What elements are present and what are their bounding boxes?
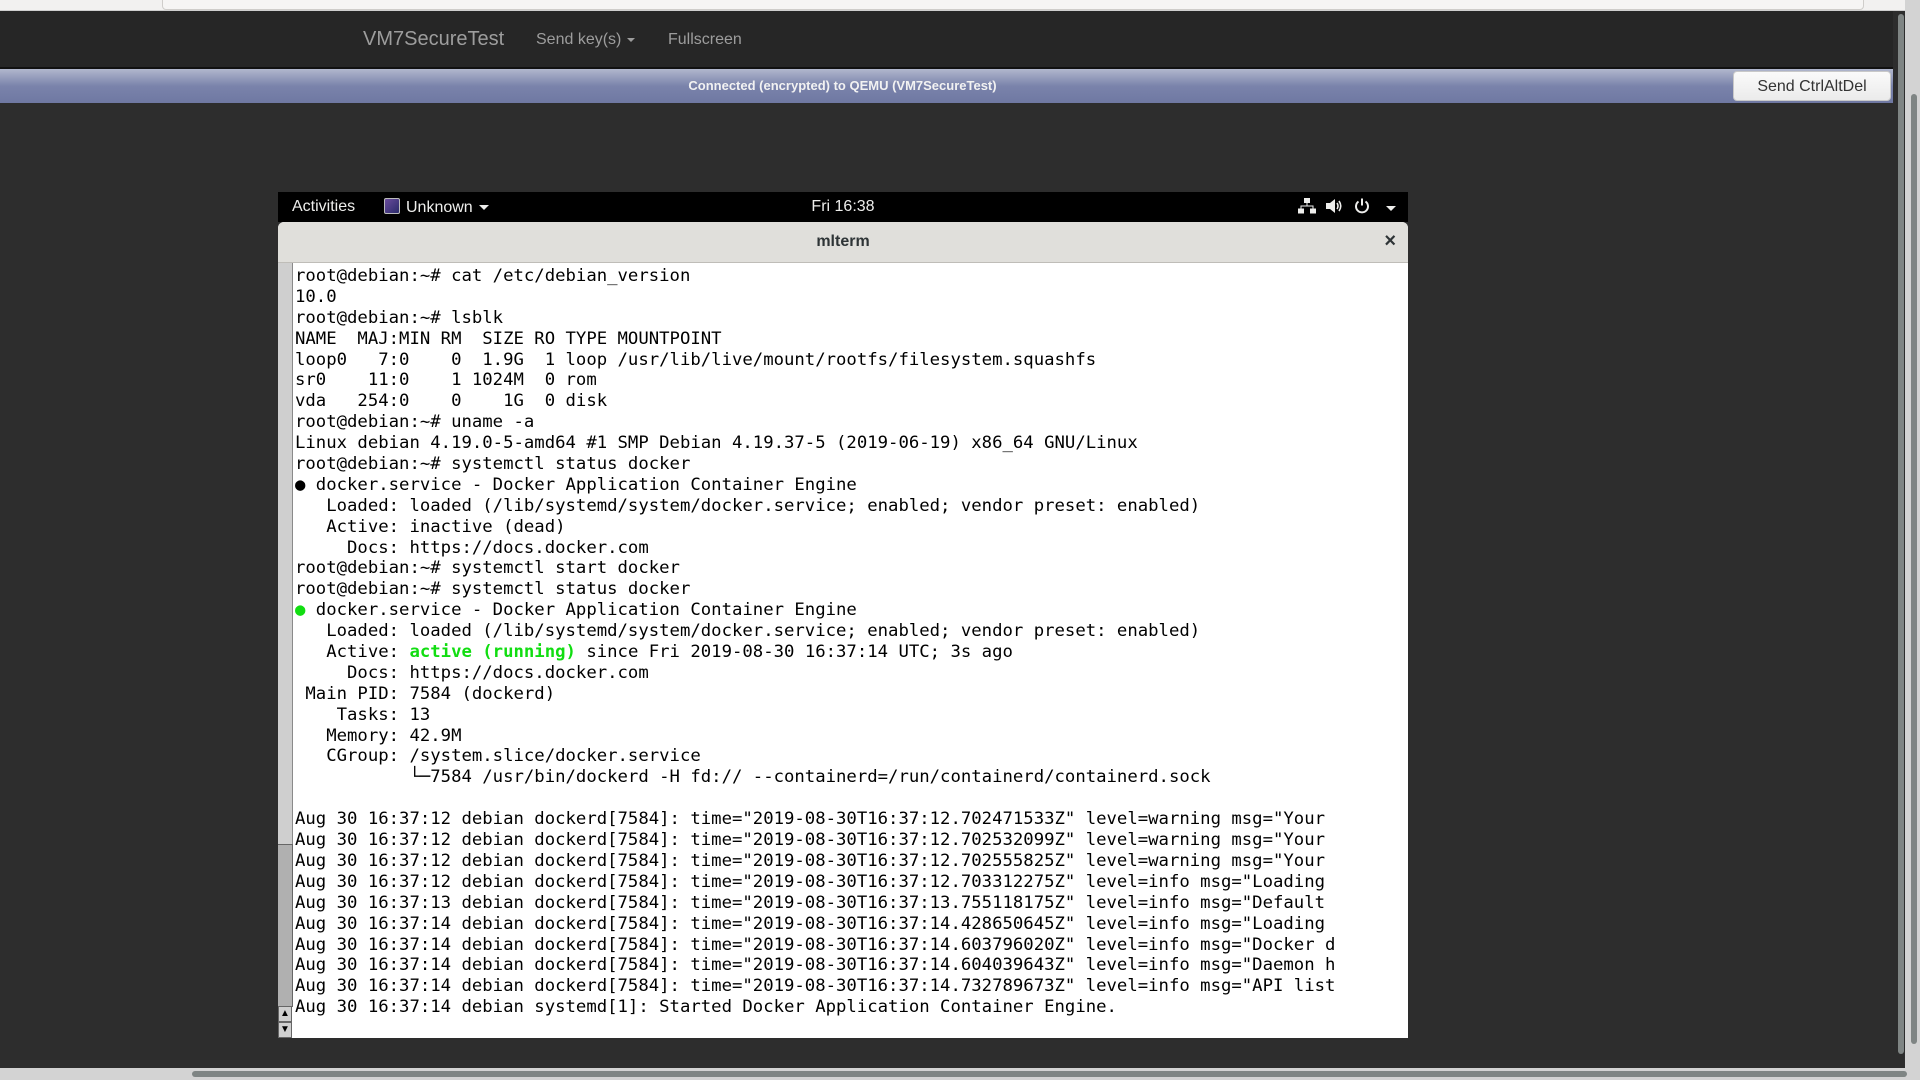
terminal-line: Aug 30 16:37:14 debian dockerd[7584]: ti… bbox=[295, 955, 1336, 976]
terminal-line: Aug 30 16:37:12 debian dockerd[7584]: ti… bbox=[295, 830, 1326, 851]
terminal-line: Docs: https://docs.docker.com bbox=[295, 662, 649, 683]
send-keys-dropdown[interactable]: Send key(s) bbox=[536, 31, 636, 49]
terminal-line: Aug 30 16:37:12 debian dockerd[7584]: ti… bbox=[295, 850, 1326, 871]
terminal-line: root@debian:~# uname -a bbox=[295, 412, 535, 433]
terminal-line: Active: inactive (dead) bbox=[295, 516, 566, 537]
terminal-line: root@debian:~# cat /etc/debian_version bbox=[295, 266, 691, 286]
terminal-line: sr0 11:0 1 1024M 0 rom bbox=[295, 370, 597, 391]
terminal-line: Aug 30 16:37:13 debian dockerd[7584]: ti… bbox=[295, 892, 1326, 913]
terminal-line: root@debian:~# systemctl status docker bbox=[295, 454, 691, 475]
terminal-line: Linux debian 4.19.0-5-amd64 #1 SMP Debia… bbox=[295, 433, 1138, 454]
terminal-scrollbar-thumb[interactable] bbox=[278, 844, 293, 1007]
terminal-line: Active: active (running) since Fri 2019-… bbox=[295, 642, 1013, 663]
volume-icon bbox=[1326, 198, 1344, 219]
terminal-line: root@debian:~# systemctl status docker bbox=[295, 579, 691, 600]
terminal-line: Aug 30 16:37:14 debian dockerd[7584]: ti… bbox=[295, 934, 1336, 955]
connection-status-text: Connected (encrypted) to QEMU (VM7Secure… bbox=[688, 78, 997, 93]
terminal-line: NAME MAJ:MIN RM SIZE RO TYPE MOUNTPOINT bbox=[295, 328, 722, 349]
terminal-output: root@debian:~# cat /etc/debian_version 10… bbox=[295, 266, 1335, 1018]
terminal-window[interactable]: mlterm × ▲ ▼ root@debian:~# cat /etc/deb… bbox=[278, 222, 1408, 1038]
browser-chrome-top bbox=[0, 0, 1920, 11]
send-ctrl-alt-del-button[interactable]: Send CtrlAltDel bbox=[1733, 71, 1891, 101]
page-horizontal-scrollbar[interactable] bbox=[192, 1071, 1907, 1077]
terminal-line: 10.0 bbox=[295, 286, 337, 307]
terminal-line: Loaded: loaded (/lib/systemd/system/dock… bbox=[295, 621, 1201, 642]
send-keys-label: Send key(s) bbox=[536, 31, 622, 48]
power-icon bbox=[1354, 198, 1370, 219]
terminal-line: Aug 30 16:37:14 debian systemd[1]: Start… bbox=[295, 997, 1117, 1018]
terminal-line: Aug 30 16:37:14 debian dockerd[7584]: ti… bbox=[295, 976, 1336, 997]
terminal-line: Aug 30 16:37:12 debian dockerd[7584]: ti… bbox=[295, 871, 1326, 892]
terminal-title: mlterm bbox=[816, 233, 870, 250]
gnome-top-bar: Activities Unknown Fri 16:38 bbox=[278, 192, 1408, 222]
terminal-titlebar[interactable]: mlterm × bbox=[278, 222, 1408, 263]
terminal-body[interactable]: ▲ ▼ root@debian:~# cat /etc/debian_versi… bbox=[278, 263, 1408, 1038]
terminal-line: └─7584 /usr/bin/dockerd -H fd:// --conta… bbox=[295, 767, 1211, 788]
browser-address-field[interactable] bbox=[162, 0, 1864, 10]
status-dot-running-icon: ● bbox=[295, 600, 306, 621]
terminal-line: root@debian:~# lsblk bbox=[295, 307, 504, 328]
vnc-navbar: VM7SecureTest Send key(s) Fullscreen bbox=[0, 11, 1893, 69]
terminal-line: loop0 7:0 0 1.9G 1 loop /usr/lib/live/mo… bbox=[295, 349, 1097, 370]
service-active-status: active (running) bbox=[409, 642, 576, 663]
fullscreen-link[interactable]: Fullscreen bbox=[668, 31, 742, 49]
vm-name-brand[interactable]: VM7SecureTest bbox=[363, 28, 504, 51]
terminal-line: ● docker.service - Docker Application Co… bbox=[295, 600, 857, 621]
caret-down-icon bbox=[627, 37, 636, 42]
clock[interactable]: Fri 16:38 bbox=[278, 198, 1408, 216]
page-vertical-scrollbar[interactable] bbox=[1911, 94, 1917, 1044]
vnc-vertical-scrollbar[interactable] bbox=[1898, 14, 1904, 1054]
terminal-line: ● docker.service - Docker Application Co… bbox=[295, 474, 857, 495]
scroll-up-arrow-icon[interactable]: ▲ bbox=[278, 1006, 292, 1022]
network-icon bbox=[1298, 198, 1316, 219]
terminal-line: Aug 30 16:37:12 debian dockerd[7584]: ti… bbox=[295, 809, 1326, 830]
terminal-line: CGroup: /system.slice/docker.service bbox=[295, 746, 701, 767]
terminal-line: Docs: https://docs.docker.com bbox=[295, 537, 649, 558]
caret-down-icon bbox=[1386, 206, 1396, 211]
terminal-line: Tasks: 13 bbox=[295, 704, 431, 725]
terminal-line: Memory: 42.9M bbox=[295, 725, 462, 746]
system-tray[interactable] bbox=[1298, 198, 1396, 219]
terminal-line: Loaded: loaded (/lib/systemd/system/dock… bbox=[295, 495, 1201, 516]
terminal-line: Main PID: 7584 (dockerd) bbox=[295, 683, 556, 704]
terminal-line: Aug 30 16:37:14 debian dockerd[7584]: ti… bbox=[295, 913, 1326, 934]
terminal-line: root@debian:~# systemctl start docker bbox=[295, 558, 680, 579]
connection-status-bar: Connected (encrypted) to QEMU (VM7Secure… bbox=[0, 69, 1893, 103]
scroll-down-arrow-icon[interactable]: ▼ bbox=[278, 1022, 292, 1038]
close-icon[interactable]: × bbox=[1384, 230, 1396, 253]
terminal-line: vda 254:0 0 1G 0 disk bbox=[295, 391, 608, 412]
vm-display[interactable]: Activities Unknown Fri 16:38 mlterm × ▲ … bbox=[278, 192, 1408, 1038]
